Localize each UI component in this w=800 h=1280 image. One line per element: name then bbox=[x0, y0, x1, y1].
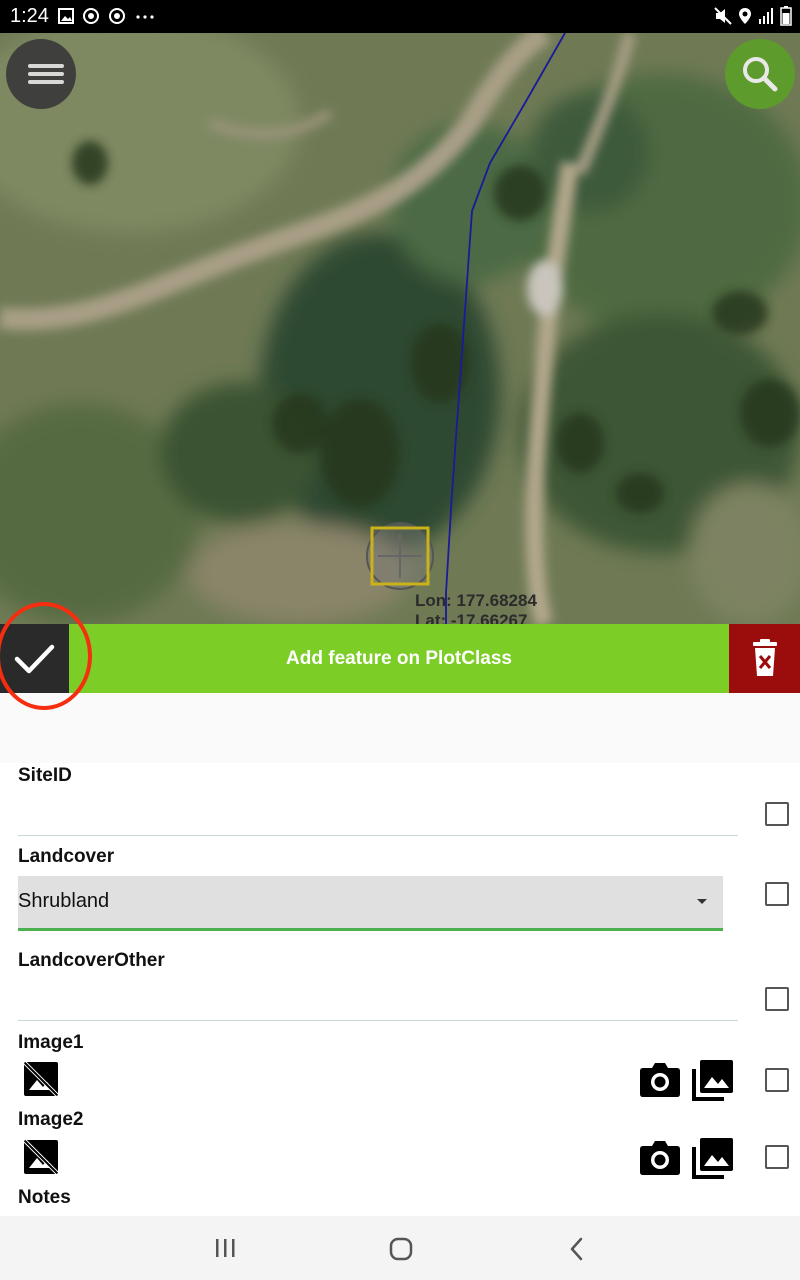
trash-icon bbox=[753, 639, 777, 676]
landcoverother-input[interactable] bbox=[18, 1020, 738, 1021]
landcoverother-label: LandcoverOther bbox=[18, 950, 165, 971]
location-icon bbox=[739, 8, 751, 24]
dropdown-arrow-icon bbox=[697, 899, 707, 904]
image2-label: Image2 bbox=[18, 1109, 84, 1130]
mute-icon bbox=[714, 7, 732, 25]
landcoverother-checkbox[interactable] bbox=[765, 987, 789, 1011]
no-image-icon bbox=[23, 1139, 59, 1175]
sync-icon bbox=[83, 8, 99, 24]
toolbar-title: Add feature on PlotClass bbox=[286, 648, 512, 669]
no-image-icon bbox=[23, 1061, 59, 1097]
search-button[interactable] bbox=[725, 39, 795, 109]
image2-checkbox[interactable] bbox=[765, 1145, 789, 1169]
siteid-checkbox[interactable] bbox=[765, 802, 789, 826]
map-crosshair bbox=[366, 522, 434, 590]
image1-checkbox[interactable] bbox=[765, 1068, 789, 1092]
latitude-text: Lat: -17.66267 bbox=[415, 611, 528, 624]
highlight-ring bbox=[0, 602, 92, 710]
sync-icon bbox=[109, 8, 125, 24]
battery-icon bbox=[780, 6, 792, 26]
longitude-text: Lon: 177.68284 bbox=[415, 591, 537, 610]
system-nav-bar bbox=[0, 1216, 800, 1280]
camera-icon[interactable] bbox=[639, 1059, 681, 1099]
delete-button[interactable] bbox=[729, 624, 800, 693]
recent-apps-icon[interactable] bbox=[213, 1238, 237, 1258]
gallery-icon[interactable] bbox=[691, 1136, 735, 1180]
back-icon[interactable] bbox=[568, 1237, 586, 1261]
notes-label: Notes bbox=[18, 1187, 71, 1208]
crosshair-icon bbox=[366, 522, 434, 590]
signal-icon bbox=[759, 8, 773, 24]
home-icon[interactable] bbox=[389, 1237, 413, 1261]
status-time: 1:24 bbox=[10, 5, 49, 27]
siteid-input[interactable] bbox=[18, 835, 738, 836]
siteid-label: SiteID bbox=[18, 765, 72, 786]
landcover-value: Shrubland bbox=[18, 890, 110, 912]
image-icon bbox=[58, 8, 74, 24]
gallery-icon[interactable] bbox=[691, 1058, 735, 1102]
more-dots-icon bbox=[136, 15, 154, 19]
coordinate-readout: Lon: 177.68284 Lat: -17.66267 bbox=[415, 591, 537, 624]
search-icon bbox=[743, 57, 778, 92]
image1-label: Image1 bbox=[18, 1032, 84, 1053]
landcover-select[interactable]: Shrubland bbox=[18, 876, 723, 931]
landcover-label: Landcover bbox=[18, 846, 115, 867]
landcover-checkbox[interactable] bbox=[765, 882, 789, 906]
camera-icon[interactable] bbox=[639, 1137, 681, 1177]
status-bar: 1:24 bbox=[0, 0, 800, 33]
menu-button[interactable] bbox=[6, 39, 76, 109]
